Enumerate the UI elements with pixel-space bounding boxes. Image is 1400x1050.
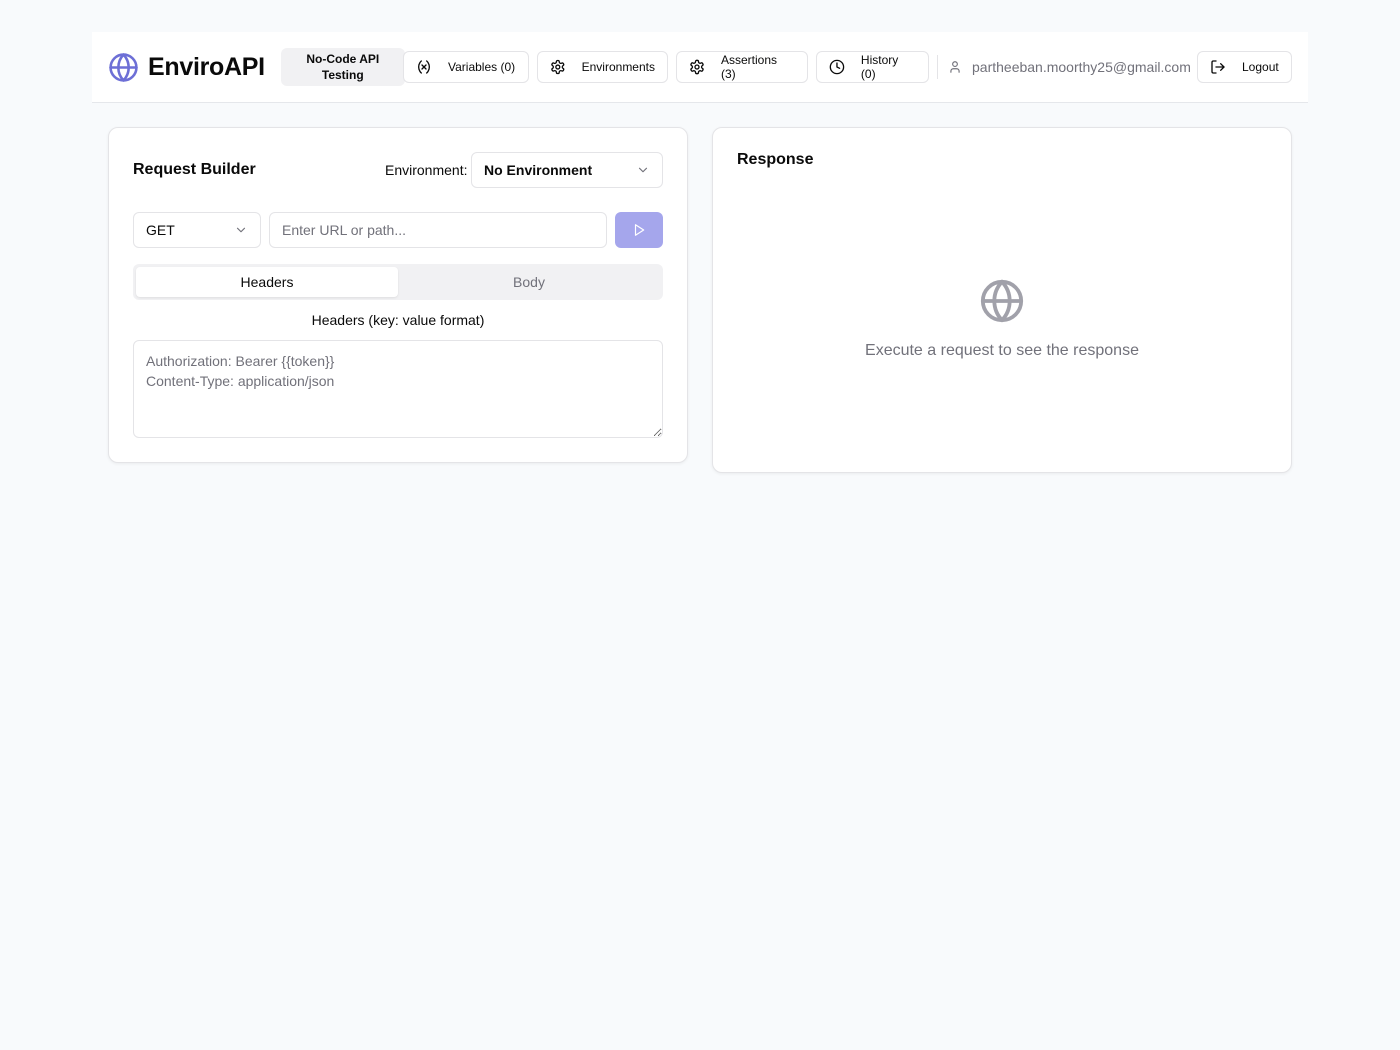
variables-button[interactable]: Variables (0) xyxy=(403,51,529,83)
environments-button[interactable]: Environments xyxy=(537,51,668,83)
method-value: GET xyxy=(146,222,175,238)
response-title: Response xyxy=(737,151,814,168)
globe-icon xyxy=(109,52,138,82)
tab-body[interactable]: Body xyxy=(398,267,660,297)
request-builder-card: Request Builder Environment: No Environm… xyxy=(108,127,688,463)
brand-title: EnviroAPI xyxy=(148,52,265,81)
variables-label: Variables (0) xyxy=(448,60,516,74)
chevron-down-icon xyxy=(638,167,648,173)
assertions-label: Assertions (3) xyxy=(721,53,778,81)
user-info: partheeban.moorthy25@gmail.com xyxy=(948,51,1191,83)
app-badge: No-Code API Testing xyxy=(280,48,405,86)
variable-icon xyxy=(418,60,430,74)
header-divider xyxy=(937,55,938,79)
request-tabs: Headers Body xyxy=(133,264,663,300)
headers-label: Headers (key: value format) xyxy=(311,312,485,328)
gear-icon xyxy=(690,59,704,75)
user-icon xyxy=(950,61,960,73)
play-icon xyxy=(634,224,645,236)
environment-value: No Environment xyxy=(484,162,593,178)
gear-icon xyxy=(551,59,565,75)
method-select[interactable]: GET xyxy=(133,212,261,248)
globe-icon xyxy=(980,279,1024,323)
tab-headers[interactable]: Headers xyxy=(136,267,398,297)
chevron-down-icon xyxy=(236,227,246,233)
assertions-button[interactable]: Assertions (3) xyxy=(676,51,808,83)
headers-textarea[interactable] xyxy=(133,340,663,438)
environment-label: Environment: xyxy=(385,162,468,178)
environment-select[interactable]: No Environment xyxy=(471,152,663,188)
request-builder-title: Request Builder xyxy=(133,161,256,178)
history-button[interactable]: History (0) xyxy=(816,51,929,83)
history-label: History (0) xyxy=(860,53,899,81)
brand: EnviroAPI xyxy=(108,52,265,83)
response-empty-text: Execute a request to see the response xyxy=(865,342,1139,359)
logout-label: Logout xyxy=(1242,60,1279,74)
user-email: partheeban.moorthy25@gmail.com xyxy=(972,59,1191,75)
clock-icon xyxy=(829,59,845,75)
logout-button[interactable]: Logout xyxy=(1197,51,1292,83)
send-button[interactable] xyxy=(615,212,663,248)
logout-icon xyxy=(1211,60,1225,74)
environments-label: Environments xyxy=(581,60,655,74)
response-card: Response Execute a request to see the re… xyxy=(712,127,1292,473)
app-header: EnviroAPI No-Code API Testing Variables … xyxy=(92,32,1308,103)
url-input[interactable] xyxy=(269,212,607,248)
